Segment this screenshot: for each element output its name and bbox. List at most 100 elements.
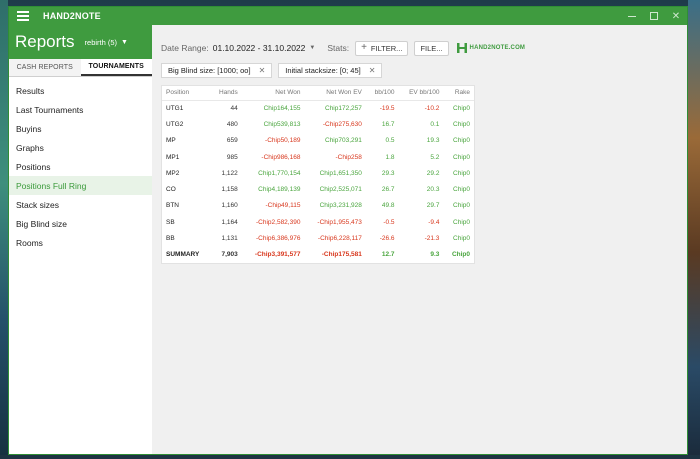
hamburger-menu-icon[interactable] [17, 11, 29, 21]
menu-item-rooms[interactable]: Rooms [9, 233, 152, 252]
app-window: HAND2NOTE ✕ Reports rebirth (5) ▼ CASH R… [8, 6, 688, 455]
cell-net-won-ev: -Chip175,581 [321, 251, 362, 259]
desktop-wallpaper-bottom [0, 455, 700, 459]
filter-chip-label: Big Blind size: [1000; oo] [168, 66, 251, 75]
cell-hands: 1,131 [221, 235, 238, 243]
cell-bb100: 49.8 [381, 202, 395, 210]
table-row[interactable]: MP1 985 -Chip986,168 -Chip258 1.8 5.2 Ch… [162, 149, 474, 165]
cell-rake: Chip0 [453, 235, 470, 243]
active-filters: Big Blind size: [1000; oo] ✕ Initial sta… [161, 63, 383, 78]
menu-item-buyins[interactable]: Buyins [9, 119, 152, 138]
plus-icon: + [361, 42, 367, 53]
main-panel: Date Range: 01.10.2022 - 31.10.2022 ▼ St… [152, 25, 687, 454]
cell-position: MP [166, 137, 176, 145]
cell-hands: 1,164 [221, 218, 238, 226]
cell-net-won: Chip164,155 [263, 104, 301, 112]
cell-position: UTG2 [166, 120, 184, 128]
cell-rake: Chip0 [453, 104, 470, 112]
close-icon[interactable]: ✕ [369, 66, 376, 75]
column-header-net-won[interactable]: Net Won [241, 86, 305, 101]
cell-position: UTG1 [166, 104, 184, 112]
table-row[interactable]: CO 1,158 Chip4,189,139 Chip2,525,071 26.… [162, 181, 474, 197]
cell-net-won-ev: -Chip275,630 [322, 120, 362, 128]
column-header-ev-bb100[interactable]: EV bb/100 [398, 86, 444, 101]
date-range-chevron-icon[interactable]: ▼ [309, 45, 315, 51]
menu-item-results[interactable]: Results [9, 81, 152, 100]
cell-ev-bb100: -10.2 [424, 104, 440, 112]
table-row[interactable]: UTG2 480 Chip539,813 -Chip275,630 16.7 0… [162, 116, 474, 132]
cell-bb100: 29.3 [381, 169, 395, 177]
close-icon[interactable]: ✕ [671, 11, 681, 22]
cell-ev-bb100: 19.3 [426, 137, 440, 145]
filter-chip-big-blind[interactable]: Big Blind size: [1000; oo] ✕ [161, 63, 273, 78]
cell-net-won: Chip539,813 [263, 120, 301, 128]
maximize-icon[interactable] [649, 11, 659, 21]
column-header-position[interactable]: Position [162, 86, 211, 101]
cell-hands: 985 [226, 153, 238, 161]
table-row[interactable]: SB 1,164 -Chip2,582,390 -Chip1,955,473 -… [162, 214, 474, 230]
cell-bb100: 0.5 [385, 137, 395, 145]
table-row[interactable]: BB 1,131 -Chip6,386,976 -Chip6,228,117 -… [162, 230, 474, 246]
cell-position: SUMMARY [166, 251, 200, 259]
cell-net-won: -Chip50,189 [265, 137, 301, 145]
table-row[interactable]: UTG1 44 Chip164,155 Chip172,257 -19.5 -1… [162, 100, 474, 116]
cell-ev-bb100: 0.1 [430, 120, 440, 128]
minimize-icon[interactable] [627, 11, 637, 21]
table-header-row: Position Hands Net Won Net Won EV bb/100… [162, 86, 474, 101]
filter-chip-stacksize[interactable]: Initial stacksize: [0; 45] ✕ [278, 63, 383, 78]
column-header-bb100[interactable]: bb/100 [365, 86, 399, 101]
tab-cash-reports[interactable]: CASH REPORTS [9, 59, 81, 76]
cell-net-won-ev: Chip703,291 [325, 137, 362, 145]
positions-table: Position Hands Net Won Net Won EV bb/100… [162, 86, 474, 263]
cell-net-won-ev: -Chip1,955,473 [317, 218, 362, 226]
cell-net-won-ev: -Chip6,228,117 [317, 235, 362, 243]
app-title: HAND2NOTE [43, 11, 101, 21]
cell-net-won-ev: Chip1,651,350 [319, 169, 362, 177]
cell-net-won-ev: -Chip258 [335, 153, 362, 161]
column-header-net-won-ev[interactable]: Net Won EV [304, 86, 366, 101]
column-header-hands[interactable]: Hands [210, 86, 242, 101]
menu-item-stack-sizes[interactable]: Stack sizes [9, 195, 152, 214]
cell-ev-bb100: 9.3 [430, 251, 440, 259]
app-content: Reports rebirth (5) ▼ CASH REPORTS TOURN… [9, 25, 687, 454]
cell-rake: Chip0 [453, 202, 470, 210]
window-controls: ✕ [627, 7, 681, 25]
menu-item-positions-full-ring[interactable]: Positions Full Ring [9, 176, 152, 195]
cell-bb100: -19.5 [379, 104, 395, 112]
menu-item-graphs[interactable]: Graphs [9, 138, 152, 157]
cell-rake: Chip0 [453, 120, 470, 128]
cell-net-won: -Chip49,115 [265, 202, 301, 210]
date-range-value[interactable]: 01.10.2022 - 31.10.2022 [213, 43, 306, 53]
table-row[interactable]: MP 659 -Chip50,189 Chip703,291 0.5 19.3 … [162, 133, 474, 149]
tab-tournaments[interactable]: TOURNAMENTS [80, 59, 152, 76]
menu-item-last-tournaments[interactable]: Last Tournaments [9, 100, 152, 119]
menu-item-big-blind-size[interactable]: Big Blind size [9, 214, 152, 233]
cell-rake: Chip0 [453, 137, 470, 145]
file-button[interactable]: FILE... [414, 40, 449, 56]
cell-bb100: -0.5 [383, 218, 395, 226]
table-row[interactable]: MP2 1,122 Chip1,770,154 Chip1,651,350 29… [162, 165, 474, 181]
table-row[interactable]: BTN 1,160 -Chip49,115 Chip3,231,928 49.8… [162, 198, 474, 214]
cell-hands: 44 [230, 104, 238, 112]
close-icon[interactable]: ✕ [259, 66, 266, 75]
cell-hands: 7,903 [221, 251, 238, 259]
column-header-rake[interactable]: Rake [443, 86, 474, 101]
cell-net-won: -Chip3,391,577 [254, 251, 301, 259]
file-button-label: FILE... [420, 43, 443, 53]
desktop-wallpaper-right [688, 0, 700, 459]
cell-position: MP2 [166, 169, 180, 177]
cell-net-won: -Chip6,386,976 [256, 235, 301, 243]
cell-net-won-ev: Chip2,525,071 [319, 186, 362, 194]
cell-ev-bb100: 29.7 [426, 202, 440, 210]
cell-bb100: 1.8 [385, 153, 395, 161]
hand2note-logo: HAND2NOTE.COM [456, 43, 526, 53]
filter-button[interactable]: + FILTER... [355, 40, 409, 56]
cell-rake: Chip0 [453, 186, 470, 194]
cell-ev-bb100: 20.3 [426, 186, 440, 194]
cell-ev-bb100: -21.3 [424, 235, 440, 243]
menu-item-positions[interactable]: Positions [9, 157, 152, 176]
cell-ev-bb100: 29.2 [426, 169, 440, 177]
cell-position: BB [166, 235, 175, 243]
profile-selector[interactable]: rebirth (5) ▼ [85, 38, 128, 47]
logo-text: HAND2NOTE.COM [469, 45, 526, 51]
